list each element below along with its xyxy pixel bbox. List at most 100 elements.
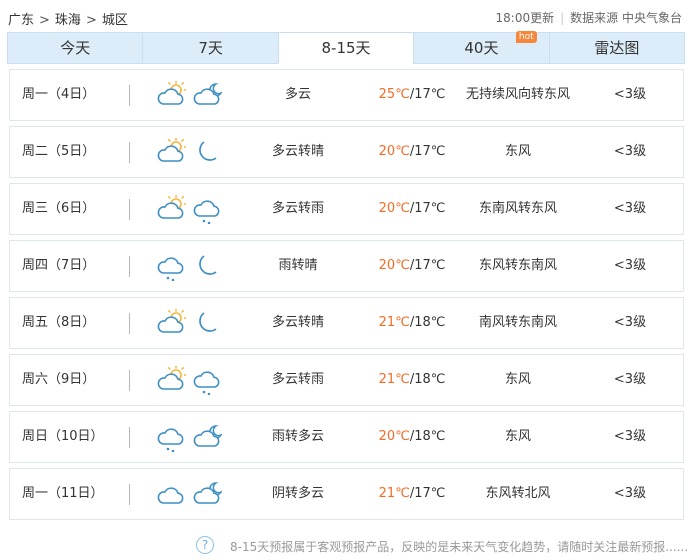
- tab-3[interactable]: 40天 hot: [413, 31, 549, 64]
- divider: [129, 85, 130, 106]
- tab-0[interactable]: 今天: [7, 32, 143, 64]
- temperature: 20℃/17℃: [362, 127, 462, 177]
- divider: [129, 199, 130, 220]
- forecast-row[interactable]: 周一（4日） 多云 25℃/17℃ 无持续风向转东风 <3级: [9, 69, 684, 121]
- weather-icons: [156, 308, 224, 338]
- weather-description: 雨转多云: [271, 429, 324, 444]
- forecast-list: 周一（4日） 多云 25℃/17℃ 无持续风向转东风 <3级 周二（5日） 多云转晴 20℃/…: [9, 69, 684, 525]
- temperature: 20℃/18℃: [362, 412, 462, 462]
- wind-level: <3级: [613, 87, 647, 102]
- question-icon[interactable]: ?: [196, 536, 214, 554]
- weather-icons: [156, 194, 224, 224]
- wind-level: <3级: [613, 429, 647, 444]
- day-label: 周二（5日）: [22, 144, 96, 159]
- low-temp: /18℃: [409, 315, 446, 330]
- forecast-row[interactable]: 周三（6日） 多云转雨 20℃/17℃ 东南风转东风 <3级: [9, 183, 684, 235]
- tab-label: 40天: [464, 39, 499, 57]
- high-temp: 20℃: [378, 201, 410, 216]
- temperature: 21℃/18℃: [362, 355, 462, 405]
- temperature: 20℃/17℃: [362, 184, 462, 234]
- temperature: 20℃/17℃: [362, 241, 462, 291]
- forecast-row[interactable]: 周六（9日） 多云转雨 21℃/18℃ 东风 <3级: [9, 354, 684, 406]
- breadcrumb-district[interactable]: 城区: [102, 13, 128, 28]
- data-source: 数据来源 中央气象台: [570, 11, 682, 25]
- divider: |: [560, 11, 565, 25]
- breadcrumb-separator: >: [85, 13, 97, 28]
- wind-level: <3级: [613, 201, 647, 216]
- forecast-row[interactable]: 周日（10日） 雨转多云 20℃/18℃ 东风 <3级: [9, 411, 684, 463]
- weather-icons: [156, 479, 224, 509]
- wind-level: <3级: [613, 315, 647, 330]
- tab-label: 雷达图: [594, 39, 640, 57]
- tab-4[interactable]: 雷达图: [548, 32, 686, 64]
- day-label: 周四（7日）: [22, 258, 96, 273]
- wind-direction: 东风转东南风: [478, 258, 557, 273]
- forecast-row[interactable]: 周二（5日） 多云转晴 20℃/17℃ 东风 <3级: [9, 126, 684, 178]
- footnote-text: 8-15天预报属于客观预报产品，反映的是未来天气变化趋势，请随时关注最新预报..…: [230, 540, 689, 554]
- breadcrumb: 广东 > 珠海 > 城区: [8, 9, 128, 28]
- temperature: 25℃/17℃: [362, 70, 462, 120]
- wind-direction: 东南风转东风: [478, 201, 557, 216]
- wind-direction: 南风转东南风: [478, 315, 557, 330]
- breadcrumb-city[interactable]: 珠海: [55, 13, 81, 28]
- forecast-tabs: 今天 7天 8-15天 40天 hot 雷达图: [7, 31, 686, 64]
- divider: [129, 256, 130, 277]
- wind-level: <3级: [613, 258, 647, 273]
- weather-description: 多云转晴: [271, 315, 324, 330]
- low-temp: /17℃: [409, 87, 446, 102]
- weather-description: 多云转晴: [271, 144, 324, 159]
- update-info: 18:00更新 | 数据来源 中央气象台: [496, 9, 682, 26]
- wind-direction: 东风转北风: [485, 486, 551, 501]
- high-temp: 20℃: [378, 429, 410, 444]
- wind-direction: 东风: [504, 144, 531, 159]
- day-label: 周一（11日）: [22, 486, 104, 501]
- weather-icons: [156, 251, 224, 281]
- tab-1[interactable]: 7天: [142, 32, 278, 64]
- forecast-row[interactable]: 周一（11日） 阴转多云 21℃/17℃ 东风转北风 <3级: [9, 468, 684, 520]
- day-label: 周三（6日）: [22, 201, 96, 216]
- divider: [129, 142, 130, 163]
- tab-2[interactable]: 8-15天: [277, 32, 414, 64]
- weather-description: 雨转晴: [278, 258, 318, 273]
- low-temp: /17℃: [409, 258, 446, 273]
- wind-level: <3级: [613, 486, 647, 501]
- weather-description: 多云转雨: [271, 201, 324, 216]
- high-temp: 20℃: [378, 258, 410, 273]
- low-temp: /18℃: [409, 429, 446, 444]
- hot-badge: hot: [515, 31, 537, 43]
- day-label: 周一（4日）: [22, 87, 96, 102]
- top-bar: 广东 > 珠海 > 城区 18:00更新 | 数据来源 中央气象台: [0, 0, 694, 32]
- divider: [129, 313, 130, 334]
- wind-level: <3级: [613, 144, 647, 159]
- breadcrumb-separator: >: [39, 13, 50, 28]
- high-temp: 21℃: [378, 315, 410, 330]
- wind-direction: 无持续风向转东风: [465, 87, 570, 102]
- tab-label: 今天: [60, 39, 91, 57]
- divider: [129, 484, 130, 505]
- wind-level: <3级: [613, 372, 647, 387]
- low-temp: /17℃: [409, 201, 446, 216]
- weather-description: 多云: [284, 87, 311, 102]
- high-temp: 25℃: [378, 87, 410, 102]
- weather-icons: [156, 422, 224, 452]
- wind-direction: 东风: [504, 372, 531, 387]
- high-temp: 21℃: [378, 372, 410, 387]
- update-time: 18:00更新: [495, 11, 555, 25]
- wind-direction: 东风: [504, 429, 531, 444]
- tab-label: 8-15天: [321, 39, 371, 57]
- high-temp: 21℃: [378, 486, 410, 501]
- high-temp: 20℃: [378, 144, 410, 159]
- divider: [129, 427, 130, 448]
- breadcrumb-province[interactable]: 广东: [8, 13, 34, 28]
- day-label: 周日（10日）: [22, 429, 104, 444]
- weather-icons: [156, 80, 224, 110]
- tab-label: 7天: [198, 39, 223, 57]
- temperature: 21℃/17℃: [362, 469, 462, 519]
- divider: [129, 370, 130, 391]
- forecast-row[interactable]: 周四（7日） 雨转晴 20℃/17℃ 东风转东南风 <3级: [9, 240, 684, 292]
- low-temp: /17℃: [409, 144, 446, 159]
- forecast-row[interactable]: 周五（8日） 多云转晴 21℃/18℃ 南风转东南风 <3级: [9, 297, 684, 349]
- day-label: 周六（9日）: [22, 372, 96, 387]
- day-label: 周五（8日）: [22, 315, 96, 330]
- weather-description: 多云转雨: [271, 372, 324, 387]
